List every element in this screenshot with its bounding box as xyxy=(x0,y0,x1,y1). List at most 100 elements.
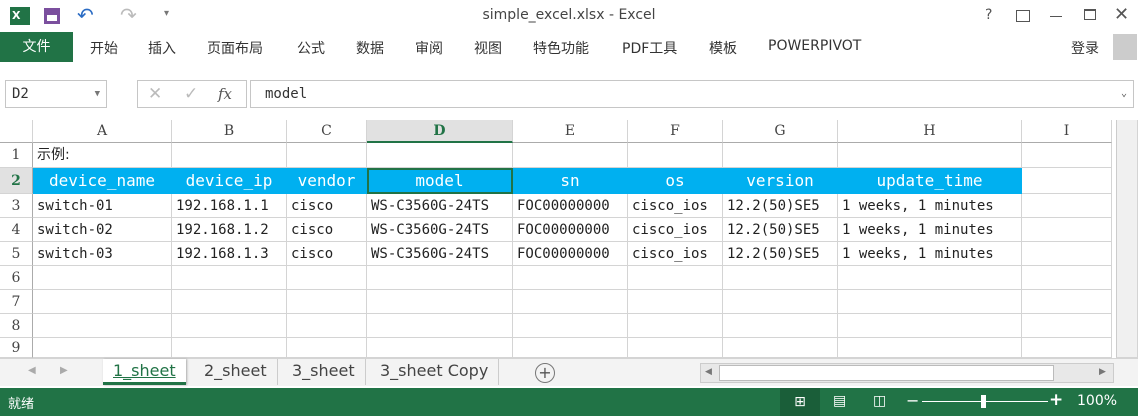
header-cell[interactable]: sn xyxy=(513,168,628,194)
cell[interactable]: switch-02 xyxy=(33,218,172,242)
empty-cell[interactable] xyxy=(172,266,287,290)
empty-cell[interactable] xyxy=(287,314,367,338)
sheet-tab-3-sheet-copy[interactable]: 3_sheet Copy xyxy=(370,359,500,385)
empty-cell[interactable] xyxy=(628,314,723,338)
scroll-right-sheets-icon[interactable]: ▶ xyxy=(60,365,68,376)
row-header-3[interactable]: 3 xyxy=(0,194,33,218)
cell[interactable]: switch-03 xyxy=(33,242,172,266)
avatar[interactable] xyxy=(1113,34,1137,60)
cell[interactable]: 12.2(50)SE5 xyxy=(723,218,838,242)
normal-view-icon[interactable]: ⊞ xyxy=(780,388,820,416)
empty-cell[interactable] xyxy=(1022,143,1112,168)
close-button[interactable]: ✕ xyxy=(1114,4,1129,25)
cell[interactable]: WS-C3560G-24TS xyxy=(367,218,513,242)
empty-cell[interactable] xyxy=(1022,242,1112,266)
header-cell[interactable]: os xyxy=(628,168,723,194)
empty-cell[interactable] xyxy=(838,314,1022,338)
column-header-I[interactable]: I xyxy=(1022,120,1112,143)
row-header-8[interactable]: 8 xyxy=(0,314,33,338)
empty-cell[interactable] xyxy=(723,143,838,168)
empty-cell[interactable] xyxy=(723,338,838,358)
cell[interactable]: 12.2(50)SE5 xyxy=(723,194,838,218)
tab-features[interactable]: 特色功能 xyxy=(533,38,589,58)
enter-icon[interactable]: ✓ xyxy=(184,84,198,104)
page-break-view-icon[interactable]: ◫ xyxy=(873,393,886,409)
empty-cell[interactable] xyxy=(628,338,723,358)
empty-cell[interactable] xyxy=(628,266,723,290)
empty-cell[interactable] xyxy=(287,338,367,358)
cell[interactable]: WS-C3560G-24TS xyxy=(367,242,513,266)
empty-cell[interactable] xyxy=(287,266,367,290)
column-header-D[interactable]: D xyxy=(367,120,513,143)
cell[interactable]: cisco xyxy=(287,218,367,242)
empty-cell[interactable] xyxy=(172,290,287,314)
add-sheet-button[interactable]: + xyxy=(535,363,555,383)
empty-cell[interactable] xyxy=(367,314,513,338)
empty-cell[interactable] xyxy=(838,143,1022,168)
cell[interactable]: 192.168.1.2 xyxy=(172,218,287,242)
row-header-5[interactable]: 5 xyxy=(0,242,33,266)
column-header-E[interactable]: E xyxy=(513,120,628,143)
row-header-6[interactable]: 6 xyxy=(0,266,33,290)
scroll-left-icon[interactable]: ◀ xyxy=(705,367,712,377)
zoom-level[interactable]: 100% xyxy=(1077,393,1117,409)
empty-cell[interactable] xyxy=(513,290,628,314)
cell[interactable]: cisco_ios xyxy=(628,194,723,218)
empty-cell[interactable] xyxy=(33,290,172,314)
row-header-9[interactable]: 9 xyxy=(0,338,33,358)
empty-cell[interactable] xyxy=(367,143,513,168)
header-cell[interactable]: vendor xyxy=(287,168,367,194)
sheet-tab-3-sheet[interactable]: 3_sheet xyxy=(282,359,366,385)
help-button[interactable]: ? xyxy=(985,7,992,23)
chevron-down-icon[interactable]: ▼ xyxy=(95,81,100,107)
column-header-C[interactable]: C xyxy=(287,120,367,143)
empty-cell[interactable] xyxy=(1022,314,1112,338)
header-cell[interactable]: device_ip xyxy=(172,168,287,194)
empty-cell[interactable] xyxy=(1022,338,1112,358)
header-cell[interactable]: update_time xyxy=(838,168,1022,194)
cell[interactable]: switch-01 xyxy=(33,194,172,218)
zoom-in-button[interactable]: + xyxy=(1049,390,1063,410)
expand-formula-icon[interactable]: ⌄ xyxy=(1121,81,1127,107)
empty-cell[interactable] xyxy=(1022,218,1112,242)
row-header-4[interactable]: 4 xyxy=(0,218,33,242)
cell[interactable]: FOC00000000 xyxy=(513,242,628,266)
empty-cell[interactable] xyxy=(513,266,628,290)
empty-cell[interactable] xyxy=(1022,290,1112,314)
empty-cell[interactable] xyxy=(723,266,838,290)
zoom-slider-thumb[interactable] xyxy=(981,395,986,408)
empty-cell[interactable] xyxy=(172,314,287,338)
empty-cell[interactable] xyxy=(838,266,1022,290)
empty-cell[interactable] xyxy=(628,143,723,168)
file-tab[interactable]: 文件 xyxy=(0,32,73,62)
empty-cell[interactable] xyxy=(723,314,838,338)
cell[interactable]: cisco_ios xyxy=(628,218,723,242)
login-link[interactable]: 登录 xyxy=(1071,38,1099,58)
cell[interactable]: 示例: xyxy=(33,143,172,168)
empty-cell[interactable] xyxy=(1022,266,1112,290)
minimize-button[interactable] xyxy=(1050,16,1062,17)
cell[interactable]: cisco xyxy=(287,194,367,218)
empty-cell[interactable] xyxy=(33,338,172,358)
scrollbar-thumb[interactable] xyxy=(719,365,1054,381)
scroll-right-icon[interactable]: ▶ xyxy=(1099,367,1106,377)
insert-function-icon[interactable]: fx xyxy=(218,85,232,103)
column-header-F[interactable]: F xyxy=(628,120,723,143)
tab-powerpivot[interactable]: POWERPIVOT xyxy=(768,38,861,54)
empty-cell[interactable] xyxy=(513,143,628,168)
page-layout-view-icon[interactable]: ▤ xyxy=(833,393,846,409)
tab-templates[interactable]: 模板 xyxy=(709,38,737,58)
horizontal-scrollbar[interactable]: ◀ ▶ xyxy=(700,363,1114,383)
sheet-tab-1-sheet[interactable]: 1_sheet xyxy=(103,359,186,385)
cancel-icon[interactable]: ✕ xyxy=(148,84,162,104)
cell[interactable]: cisco xyxy=(287,242,367,266)
empty-cell[interactable] xyxy=(287,143,367,168)
select-all-corner[interactable] xyxy=(0,120,33,143)
cell[interactable]: FOC00000000 xyxy=(513,218,628,242)
cell[interactable]: cisco_ios xyxy=(628,242,723,266)
tab-home[interactable]: 开始 xyxy=(90,38,118,58)
row-header-2[interactable]: 2 xyxy=(0,168,33,194)
column-header-G[interactable]: G xyxy=(723,120,838,143)
vertical-scrollbar[interactable] xyxy=(1116,120,1138,358)
tab-review[interactable]: 审阅 xyxy=(415,38,443,58)
